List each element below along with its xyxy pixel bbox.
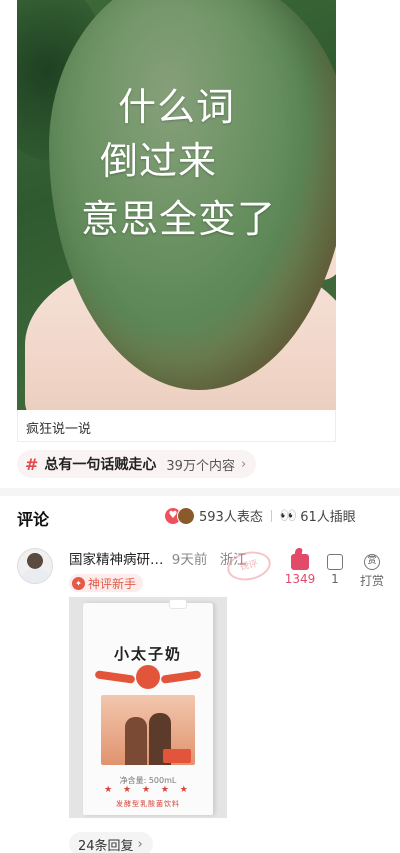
eyes-icon: 👀 bbox=[279, 507, 298, 524]
tip-button[interactable]: 赏 打赏 bbox=[354, 554, 390, 589]
comment-meta: 国家精神病研… 9天前 浙江 bbox=[69, 548, 247, 568]
source-link[interactable]: 疯狂说一说 bbox=[17, 410, 336, 442]
milk-carton: 小太子奶 净含量: 500mL ★ ★ ★ ★ ★ 发酵型乳酸菌饮料 bbox=[83, 599, 213, 815]
comment-author[interactable]: 国家精神病研… bbox=[69, 552, 164, 568]
face-emoji-icon bbox=[177, 506, 195, 525]
illustration-figure bbox=[125, 717, 147, 765]
comment-item: 国家精神病研… 9天前 浙江 锐评 ✦ 神评新手 1349 1 赏 打赏 小太子… bbox=[0, 540, 400, 853]
peek-count: 61人插眼 bbox=[300, 510, 356, 525]
chevron-right-icon: › bbox=[137, 836, 143, 852]
comments-title: 评论 bbox=[17, 510, 50, 529]
like-count: 1349 bbox=[284, 572, 316, 586]
avatar[interactable] bbox=[17, 548, 53, 584]
dislike-count: 1 bbox=[331, 572, 339, 586]
tip-icon: 赏 bbox=[364, 554, 380, 570]
avatar-coat bbox=[22, 569, 50, 583]
comment-image[interactable]: 小太子奶 净含量: 500mL ★ ★ ★ ★ ★ 发酵型乳酸菌饮料 bbox=[69, 597, 227, 818]
topic-title: 总有一句话贼走心 bbox=[44, 457, 157, 473]
replies-label: 24条回复 bbox=[78, 838, 134, 853]
dislike-button[interactable]: 1 bbox=[317, 554, 353, 586]
badge-label: 神评新手 bbox=[88, 576, 137, 591]
comment-time: 9天前 bbox=[171, 552, 208, 568]
like-button[interactable]: 1349 bbox=[282, 554, 318, 586]
author-badge[interactable]: ✦ 神评新手 bbox=[69, 574, 144, 592]
topic-chip[interactable]: # 总有一句话贼走心 39万个内容 › bbox=[17, 450, 257, 478]
post-image[interactable]: 什么词 倒过来 意思全变了 bbox=[17, 0, 336, 410]
section-divider bbox=[0, 488, 400, 496]
post-detail-page: 什么词 倒过来 意思全变了 疯狂说一说 # 总有一句话贼走心 39万个内容 › … bbox=[0, 0, 400, 853]
chevron-right-icon: › bbox=[240, 456, 247, 472]
thumb-up-icon bbox=[291, 554, 309, 570]
comments-header: 评论 ♥ 593人表态 👀 61人插眼 bbox=[0, 496, 400, 538]
image-caption-line-3: 意思全变了 bbox=[80, 197, 276, 241]
tip-label: 打赏 bbox=[359, 574, 384, 588]
logo-wing-right bbox=[160, 670, 202, 684]
reactions-summary[interactable]: ♥ 593人表态 👀 61人插眼 bbox=[164, 506, 356, 525]
hashtag-icon: # bbox=[25, 454, 39, 474]
thumb-down-icon bbox=[327, 554, 343, 570]
reactions-separator bbox=[270, 509, 272, 522]
logo-wing-left bbox=[94, 670, 136, 684]
image-caption-line-1: 什么词 bbox=[117, 85, 235, 129]
topic-count: 39万个内容 bbox=[166, 458, 235, 474]
medal-icon: ✦ bbox=[72, 576, 85, 590]
source-label: 疯狂说一说 bbox=[26, 422, 92, 437]
carton-brand: 小太子奶 bbox=[113, 645, 182, 663]
carton-red-label bbox=[163, 749, 191, 763]
logo-sun bbox=[136, 665, 160, 689]
carton-cap bbox=[169, 599, 187, 609]
image-caption-line-2: 倒过来 bbox=[99, 139, 217, 183]
carton-footer: 发酵型乳酸菌饮料 bbox=[116, 800, 180, 808]
replies-button[interactable]: 24条回复 › bbox=[69, 832, 153, 853]
carton-stars: ★ ★ ★ ★ ★ bbox=[104, 785, 192, 795]
reactions-count: 593人表态 bbox=[199, 510, 263, 525]
